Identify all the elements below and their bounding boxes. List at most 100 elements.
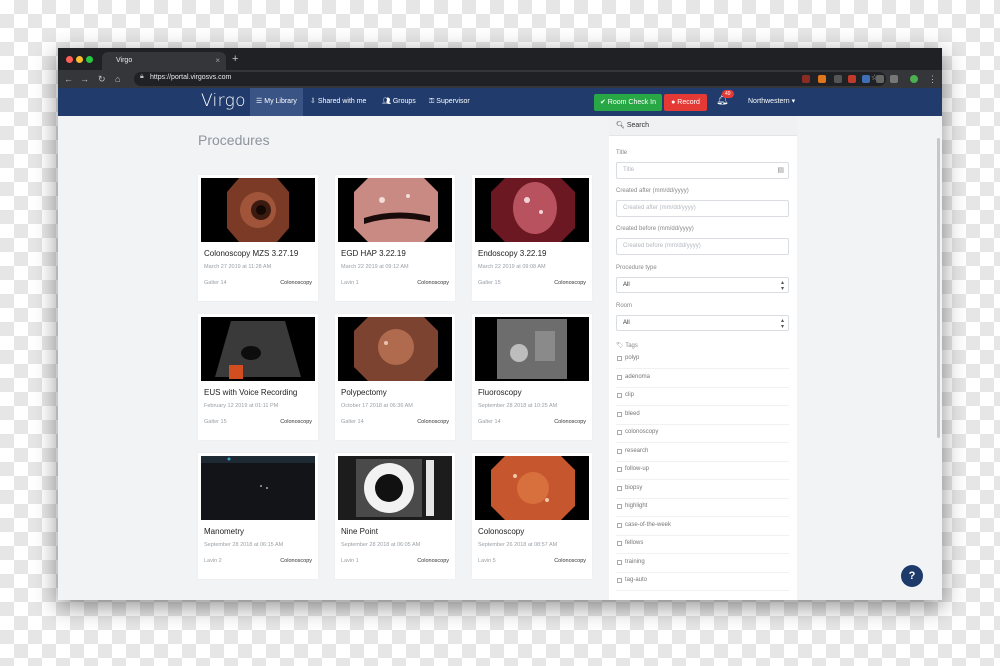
new-tab-button[interactable]: + xyxy=(232,53,238,65)
tag-option[interactable]: follow-up xyxy=(616,462,789,480)
procedure-title[interactable]: Nine Point xyxy=(341,527,378,536)
extension-icon[interactable] xyxy=(876,75,884,83)
tag-option[interactable]: clip xyxy=(616,388,789,406)
extension-icon[interactable] xyxy=(862,75,870,83)
extension-icon[interactable] xyxy=(818,75,826,83)
tag-option[interactable]: adenoma xyxy=(616,370,789,388)
room-check-in-button[interactable]: ✔ Room Check In xyxy=(594,94,662,111)
tag-option[interactable]: training xyxy=(616,555,789,573)
tag-option[interactable]: biopsy xyxy=(616,481,789,499)
procedure-thumbnail[interactable] xyxy=(338,456,452,520)
procedure-card[interactable]: Nine Point September 28 2018 at 06:05 AM… xyxy=(335,453,455,579)
help-button[interactable]: ? xyxy=(901,565,923,587)
procedure-title[interactable]: EUS with Voice Recording xyxy=(204,388,297,397)
procedure-type: Colonoscopy xyxy=(280,419,312,425)
minimize-window-button[interactable] xyxy=(76,56,83,63)
title-input[interactable]: Title ▤ xyxy=(616,162,789,179)
extension-icon[interactable] xyxy=(802,75,810,83)
tag-checkbox[interactable] xyxy=(617,522,622,528)
procedure-title[interactable]: Fluoroscopy xyxy=(478,388,522,397)
procedure-thumbnail[interactable] xyxy=(475,456,589,520)
tag-checkbox[interactable] xyxy=(617,485,622,491)
close-window-button[interactable] xyxy=(66,56,73,63)
created-after-input[interactable]: Created after (mm/dd/yyyy) xyxy=(616,200,789,217)
tag-checkbox[interactable] xyxy=(617,374,622,380)
tag-checkbox[interactable] xyxy=(617,541,622,546)
tag-checkbox[interactable] xyxy=(617,448,622,454)
record-button[interactable]: ● Record xyxy=(664,94,707,111)
tag-checkbox[interactable] xyxy=(617,356,622,361)
tag-checkbox[interactable] xyxy=(617,559,622,565)
procedure-thumbnail[interactable] xyxy=(475,178,589,242)
procedure-type-select[interactable]: All ▴ ▾ xyxy=(616,277,789,293)
tag-option[interactable]: case-of-the-week xyxy=(616,518,789,536)
procedure-thumbnail[interactable] xyxy=(201,317,315,381)
nav-supervisor[interactable]: ⚿ Supervisor xyxy=(423,88,476,116)
organization-dropdown[interactable]: Northwestern ▾ xyxy=(748,88,795,116)
extension-icon[interactable] xyxy=(890,75,898,83)
procedure-type: Colonoscopy xyxy=(554,280,586,286)
procedure-thumbnail[interactable] xyxy=(201,456,315,520)
browser-tab[interactable]: Virgo × xyxy=(102,52,226,70)
procedure-card[interactable]: Endoscopy 3.22.19 March 22 2019 at 09:08… xyxy=(472,175,592,301)
home-icon[interactable]: ⌂ xyxy=(115,73,120,85)
tag-label: clip xyxy=(625,392,635,398)
profile-avatar[interactable] xyxy=(910,75,918,83)
procedure-card[interactable]: Fluoroscopy September 28 2018 at 10:25 A… xyxy=(472,314,592,440)
procedure-card[interactable]: EUS with Voice Recording February 12 201… xyxy=(198,314,318,440)
procedure-card[interactable]: Colonoscopy September 26 2018 at 08:57 A… xyxy=(472,453,592,579)
reload-icon[interactable]: ↻ xyxy=(98,73,106,85)
maximize-window-button[interactable] xyxy=(86,56,93,63)
nav-shared-with-me[interactable]: ⇩ Shared with me xyxy=(304,88,372,116)
tag-checkbox[interactable] xyxy=(617,467,622,472)
tab-title: Virgo xyxy=(116,57,133,64)
tag-checkbox[interactable] xyxy=(617,504,622,509)
procedure-location: Galter 14 xyxy=(341,419,364,425)
tag-option[interactable]: tag-auto xyxy=(616,573,789,591)
tag-checkbox[interactable] xyxy=(617,430,622,435)
browser-menu-icon[interactable]: ⋮ xyxy=(928,73,937,85)
tag-checkbox[interactable] xyxy=(617,578,622,583)
tag-checkbox[interactable] xyxy=(617,393,622,398)
tag-option[interactable]: bleed xyxy=(616,407,789,425)
url-bar[interactable]: 🔒︎ https://portal.virgosvs.com ☆ xyxy=(134,72,886,86)
procedure-thumbnail[interactable] xyxy=(338,178,452,242)
procedure-card[interactable]: Manometry September 28 2018 at 06:15 AM … xyxy=(198,453,318,579)
nav-groups[interactable]: 👥︎ Groups xyxy=(376,88,422,116)
created-before-placeholder: Created before (mm/dd/yyyy) xyxy=(623,243,701,249)
room-select[interactable]: All ▴ ▾ xyxy=(616,315,789,331)
virgo-logo[interactable]: Virgo xyxy=(201,91,246,111)
tag-option[interactable]: colonoscopy xyxy=(616,425,789,443)
procedure-title[interactable]: EGD HAP 3.22.19 xyxy=(341,249,406,258)
procedure-title[interactable]: Endoscopy 3.22.19 xyxy=(478,249,547,258)
tag-label: polyp xyxy=(625,355,640,361)
back-icon[interactable]: ← xyxy=(64,73,73,85)
tag-label: bleed xyxy=(625,410,640,417)
tag-checkbox[interactable] xyxy=(617,411,622,417)
nav-label: Supervisor xyxy=(436,98,470,105)
procedure-card[interactable]: EGD HAP 3.22.19 March 22 2019 at 09:12 A… xyxy=(335,175,455,301)
procedure-title[interactable]: Manometry xyxy=(204,527,244,536)
procedure-title[interactable]: Colonoscopy MZS 3.27.19 xyxy=(204,249,298,258)
tag-option[interactable]: research xyxy=(616,444,789,462)
page-scrollbar[interactable] xyxy=(937,138,940,438)
procedure-title[interactable]: Polypectomy xyxy=(341,388,387,397)
tag-option[interactable]: fellows xyxy=(616,536,789,554)
extension-icon[interactable] xyxy=(834,75,842,83)
nav-my-library[interactable]: ☰ My Library xyxy=(250,88,303,116)
tab-close-icon[interactable]: × xyxy=(215,52,220,70)
extension-icon[interactable] xyxy=(848,75,856,83)
tag-option[interactable]: highlight xyxy=(616,499,789,517)
tag-option[interactable]: polyp xyxy=(616,351,789,369)
button-label: Room Check In xyxy=(607,99,657,106)
procedure-thumbnail[interactable] xyxy=(201,178,315,242)
procedure-card[interactable]: Colonoscopy MZS 3.27.19 March 27 2019 at… xyxy=(198,175,318,301)
procedure-card[interactable]: Polypectomy October 17 2018 at 06:36 AM … xyxy=(335,314,455,440)
procedure-thumbnail[interactable] xyxy=(475,317,589,381)
procedure-location: Galter 14 xyxy=(204,280,227,286)
tag-label: fellows xyxy=(625,540,644,546)
created-before-input[interactable]: Created before (mm/dd/yyyy) xyxy=(616,238,789,255)
procedure-thumbnail[interactable] xyxy=(338,317,452,381)
procedure-title[interactable]: Colonoscopy xyxy=(478,527,524,536)
forward-icon[interactable]: → xyxy=(80,73,89,85)
